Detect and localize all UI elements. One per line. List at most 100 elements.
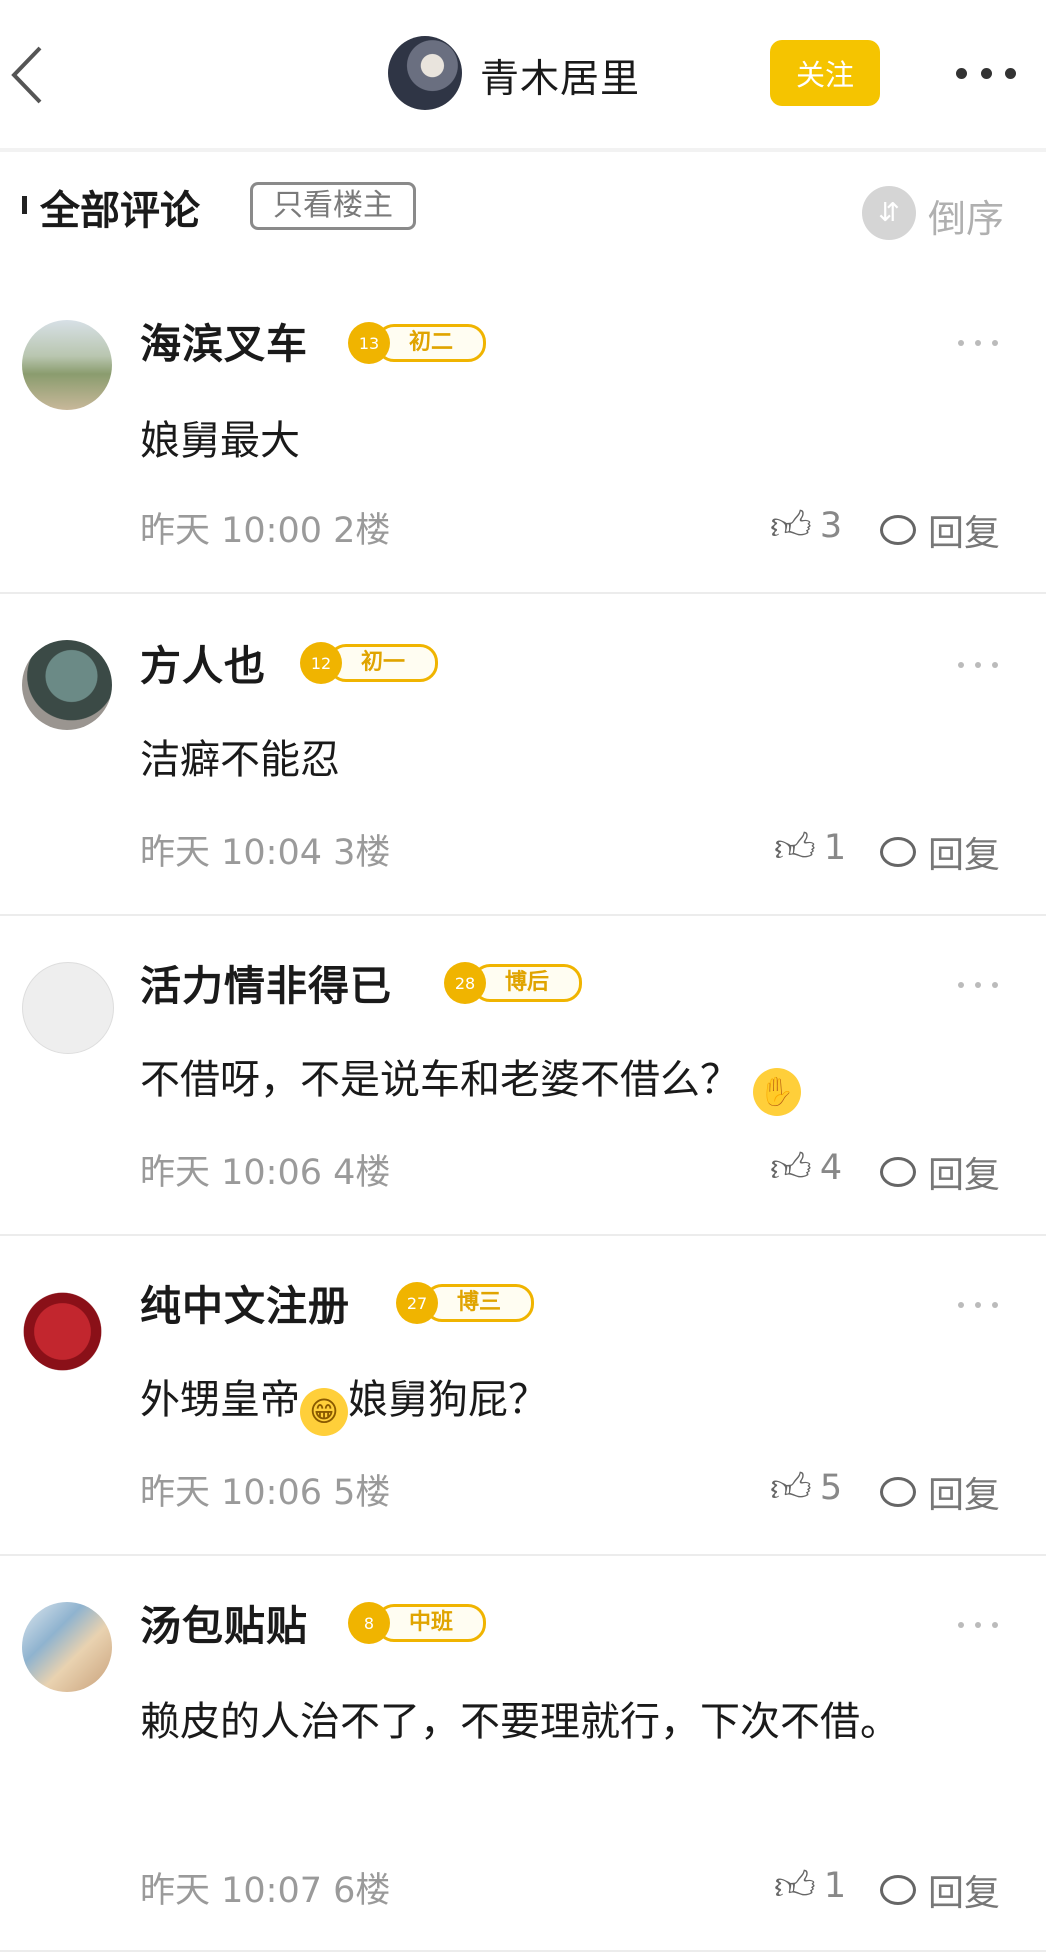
comment-text-content: 不借呀，不是说车和老婆不借么？ <box>140 1057 740 1103</box>
medal-icon: 8 <box>348 1602 390 1644</box>
thumbs-up-icon: 👍︎ <box>770 503 812 549</box>
comment-divider <box>0 1234 1046 1236</box>
like-button[interactable]: 👍︎ 5 <box>770 1464 842 1512</box>
sort-icon[interactable]: ⇵ <box>862 186 916 240</box>
comment-meta: 昨天 10:07 6楼 <box>140 1862 390 1913</box>
grin-sweat-emoji-icon: 😁 <box>300 1388 348 1436</box>
level-label: 博三 <box>424 1284 535 1322</box>
avatar[interactable] <box>22 1282 112 1372</box>
comment-time: 昨天 10:06 <box>140 1153 322 1193</box>
comment-username[interactable]: 海滨叉车 <box>140 310 308 370</box>
more-horizontal-icon[interactable] <box>956 54 1016 92</box>
comment-time: 昨天 10:04 <box>140 833 322 873</box>
level-label: 中班 <box>376 1604 487 1642</box>
comment-meta: 昨天 10:06 5楼 <box>140 1464 390 1515</box>
comment-time: 昨天 10:06 <box>140 1473 322 1513</box>
only-op-filter-button[interactable]: 只看楼主 <box>250 182 416 230</box>
medal-icon: 12 <box>300 642 342 684</box>
more-horizontal-icon[interactable] <box>958 1622 998 1628</box>
more-horizontal-icon[interactable] <box>958 340 998 346</box>
reply-button[interactable]: 回复 <box>880 1864 1000 1916</box>
like-count: 1 <box>823 1866 847 1906</box>
thumbs-up-icon: 👍︎ <box>774 825 816 871</box>
follow-button[interactable]: 关注 <box>770 40 880 106</box>
reply-label: 回复 <box>928 1873 1001 1914</box>
reply-button[interactable]: 回复 <box>880 1466 1000 1518</box>
comment-bubble-icon <box>880 837 916 867</box>
avatar[interactable] <box>22 962 114 1054</box>
comment-floor: 5楼 <box>333 1473 391 1513</box>
comment-username[interactable]: 纯中文注册 <box>140 1272 350 1332</box>
level-badge: 12 初一 <box>300 642 439 684</box>
level-badge: 27 博三 <box>396 1282 535 1324</box>
comment-text: 赖皮的人治不了，不要理就行，下次不借。 <box>140 1699 900 1745</box>
like-button[interactable]: 👍︎ 1 <box>774 1862 846 1910</box>
reply-label: 回复 <box>928 835 1001 876</box>
like-count: 4 <box>819 1148 843 1188</box>
comment-bubble-icon <box>880 1157 916 1187</box>
avatar[interactable] <box>22 320 112 410</box>
thumbs-up-icon: 👍︎ <box>774 1863 816 1909</box>
reply-label: 回复 <box>928 1475 1001 1516</box>
comment-divider <box>0 1554 1046 1556</box>
comment-floor: 3楼 <box>333 833 391 873</box>
more-horizontal-icon[interactable] <box>958 982 998 988</box>
reply-button[interactable]: 回复 <box>880 1146 1000 1198</box>
like-count: 1 <box>823 828 847 868</box>
comment-text: 娘舅最大 <box>140 418 300 464</box>
reply-label: 回复 <box>928 513 1001 554</box>
level-badge: 13 初二 <box>348 322 487 364</box>
section-marker <box>22 196 27 214</box>
comment-floor: 4楼 <box>333 1153 391 1193</box>
avatar[interactable] <box>22 1602 112 1692</box>
header-divider <box>0 148 1046 152</box>
section-title: 全部评论 <box>40 188 200 234</box>
level-badge: 28 博后 <box>444 962 583 1004</box>
chevron-left-icon[interactable] <box>8 42 48 108</box>
comment-bubble-icon <box>880 1875 916 1905</box>
medal-icon: 28 <box>444 962 486 1004</box>
comment-meta: 昨天 10:00 2楼 <box>140 502 390 553</box>
level-label: 博后 <box>472 964 583 1002</box>
level-label: 初一 <box>328 644 439 682</box>
like-button[interactable]: 👍︎ 1 <box>774 824 846 872</box>
comment-meta: 昨天 10:04 3楼 <box>140 824 390 875</box>
comment-time: 昨天 10:07 <box>140 1871 322 1911</box>
comment-text-part-b: 娘舅狗屁？ <box>348 1377 548 1423</box>
like-button[interactable]: 👍︎ 3 <box>770 502 842 550</box>
comment-text-part-a: 外甥皇帝 <box>140 1377 300 1423</box>
comment-time: 昨天 10:00 <box>140 511 322 551</box>
level-label: 初二 <box>376 324 487 362</box>
comment-floor: 2楼 <box>333 511 391 551</box>
author-avatar[interactable] <box>388 36 462 110</box>
like-count: 5 <box>819 1468 843 1508</box>
thumbs-up-icon: 👍︎ <box>770 1465 812 1511</box>
comment-username[interactable]: 活力情非得已 <box>140 952 392 1012</box>
medal-icon: 27 <box>396 1282 438 1324</box>
comment-text: 洁癖不能忍 <box>140 737 340 783</box>
sort-button[interactable]: 倒序 <box>928 188 1004 243</box>
like-button[interactable]: 👍︎ 4 <box>770 1144 842 1192</box>
like-count: 3 <box>819 506 843 546</box>
author-name[interactable]: 青木居里 <box>480 48 640 104</box>
comment-meta: 昨天 10:06 4楼 <box>140 1144 390 1195</box>
comment-bubble-icon <box>880 1477 916 1507</box>
comment-bubble-icon <box>880 515 916 545</box>
level-badge: 8 中班 <box>348 1602 487 1644</box>
reply-button[interactable]: 回复 <box>880 826 1000 878</box>
reply-button[interactable]: 回复 <box>880 504 1000 556</box>
more-horizontal-icon[interactable] <box>958 1302 998 1308</box>
comment-floor: 6楼 <box>333 1871 391 1911</box>
medal-icon: 13 <box>348 322 390 364</box>
comment-divider <box>0 592 1046 594</box>
avatar[interactable] <box>22 640 112 730</box>
more-horizontal-icon[interactable] <box>958 662 998 668</box>
comment-text: 外甥皇帝 😁 娘舅狗屁？ <box>140 1364 970 1436</box>
comment-username[interactable]: 方人也 <box>140 632 266 692</box>
comment-divider <box>0 1950 1046 1952</box>
cover-mouth-emoji-icon: ✋ <box>752 1068 801 1116</box>
comment-divider <box>0 914 1046 916</box>
comment-username[interactable]: 汤包贴贴 <box>140 1592 308 1652</box>
top-bar: 青木居里 关注 <box>0 0 1046 148</box>
comment-text: 不借呀，不是说车和老婆不借么？ ✋ <box>140 1044 970 1116</box>
